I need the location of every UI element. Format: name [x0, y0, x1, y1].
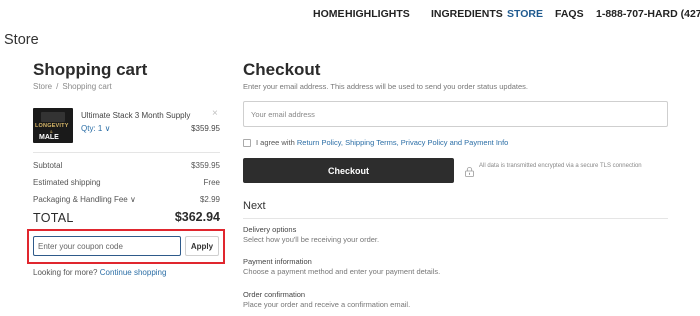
step-title: Delivery options	[243, 225, 297, 234]
agree-text: I agree with	[256, 138, 295, 147]
quantity-selector[interactable]: Qty: 1 ∨	[81, 124, 110, 133]
step-title: Order confirmation	[243, 290, 306, 299]
total-value: $362.94	[174, 210, 220, 224]
secure-note: All data is transmitted encrypted via a …	[479, 163, 642, 169]
product-name[interactable]: Ultimate Stack 3 Month Supply	[81, 111, 190, 120]
checkout-subtitle: Enter your email address. This address w…	[243, 82, 529, 91]
breadcrumb-separator: /	[56, 82, 59, 91]
product-image[interactable]: LONGEVITY & MALE	[33, 108, 73, 143]
breadcrumb-current: Shopping cart	[62, 82, 112, 91]
nav-phone[interactable]: 1-888-707-HARD (4273)	[596, 8, 700, 20]
nav-store[interactable]: STORE	[507, 8, 543, 20]
email-input[interactable]	[243, 101, 668, 127]
nav-highlights[interactable]: HIGHLIGHTS	[345, 8, 410, 20]
apply-coupon-button[interactable]: Apply	[185, 236, 219, 256]
subtotal-value: $359.95	[191, 161, 220, 170]
shipping-label: Estimated shipping	[33, 178, 101, 187]
nav-ingredients[interactable]: INGREDIENTS	[431, 8, 503, 20]
lock-icon	[465, 167, 474, 177]
product-image-bottle	[41, 112, 65, 122]
continue-shopping-link[interactable]: Continue shopping	[100, 268, 167, 277]
continue-shopping-row: Looking for more? Continue shopping	[33, 268, 166, 277]
handling-fee-value: $2.99	[199, 195, 220, 204]
subtotal-label: Subtotal	[33, 161, 63, 170]
nav-home[interactable]: HOME	[313, 8, 345, 20]
step-desc: Choose a payment method and enter your p…	[243, 267, 441, 276]
step-title: Payment information	[243, 257, 312, 266]
coupon-input[interactable]	[33, 236, 181, 256]
agree-row: I agree with Return Policy, Shipping Ter…	[243, 138, 508, 147]
shipping-value: Free	[203, 178, 220, 187]
product-image-text-3: MALE	[39, 134, 59, 141]
looking-for-more-text: Looking for more?	[33, 268, 98, 277]
divider	[33, 152, 220, 153]
divider	[243, 218, 668, 219]
breadcrumb: Store / Shopping cart	[33, 82, 112, 91]
agree-checkbox[interactable]	[243, 138, 251, 147]
policy-link[interactable]: Return Policy, Shipping Terms, Privacy P…	[297, 138, 508, 147]
checkout-title: Checkout	[243, 60, 321, 79]
handling-fee-toggle[interactable]: Packaging & Handling Fee ∨	[33, 195, 136, 204]
next-title: Next	[243, 200, 266, 212]
nav-faqs[interactable]: FAQS	[555, 8, 584, 20]
step-desc: Select how you'll be receiving your orde…	[243, 235, 380, 244]
breadcrumb-store[interactable]: Store	[33, 82, 52, 91]
step-desc: Place your order and receive a confirmat…	[243, 300, 411, 309]
total-label: TOTAL	[33, 211, 74, 225]
item-price: $359.95	[191, 124, 220, 133]
checkout-button[interactable]: Checkout	[243, 158, 454, 183]
remove-item-icon[interactable]: ×	[212, 109, 218, 119]
cart-title: Shopping cart	[33, 60, 148, 79]
page-title: Store	[4, 32, 39, 48]
top-nav: HOME HIGHLIGHTS INGREDIENTS STORE FAQS 1…	[0, 8, 700, 22]
